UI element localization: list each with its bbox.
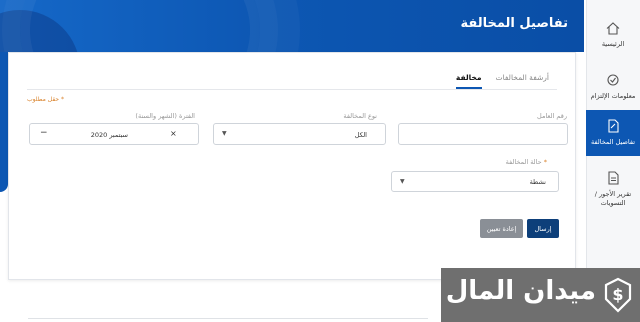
wages-report-icon	[608, 171, 619, 185]
worker-id-input[interactable]	[398, 123, 568, 145]
period-label: الفترة (الشهر والسنة)	[135, 112, 195, 120]
divider	[28, 318, 428, 319]
violation-status-value: نشطة	[529, 178, 546, 186]
svg-text:$: $	[612, 285, 623, 304]
money-logo-icon: $	[604, 277, 632, 313]
required-star: *	[543, 158, 547, 166]
page-title: تفاصيل المخالفة	[460, 16, 568, 31]
worker-id-label: رقم العامل	[537, 112, 567, 120]
tab-violation[interactable]: مخالفة	[455, 73, 482, 89]
sidebar-item-label: تفاصيل المخالفة	[590, 138, 636, 147]
banner-swirl	[20, 0, 260, 52]
sidebar-item-label: تقرير الأجور / التسويات	[594, 190, 632, 207]
commitment-icon	[607, 74, 619, 86]
violation-type-value: الكل	[354, 131, 367, 139]
watermark-text: ميدان المال	[445, 276, 596, 306]
banner-edge-decoration	[0, 52, 8, 192]
clear-icon[interactable]: ×	[170, 129, 177, 138]
header-banner: تفاصيل المخالفة	[0, 0, 584, 52]
violation-status-label: * حالة المخالفة	[506, 158, 547, 166]
violation-details-icon	[608, 119, 619, 133]
required-note-text: حقل مطلوب	[27, 96, 60, 103]
required-star: *	[61, 96, 64, 103]
sidebar-item-commitment[interactable]: معلومات الإلتزام	[586, 58, 640, 116]
tab-violations-archive[interactable]: أرشفة المخالفات	[496, 73, 549, 89]
required-field-note: * حقل مطلوب	[27, 96, 64, 103]
violation-status-label-text: حالة المخالفة	[505, 158, 542, 166]
watermark: ميدان المال $	[441, 268, 640, 322]
chevron-down-icon: ▼	[222, 130, 227, 137]
reset-button[interactable]: إعادة تعيين	[480, 219, 523, 238]
submit-button[interactable]: إرسال	[527, 219, 559, 238]
violation-type-select[interactable]: الكل ▼	[213, 123, 386, 145]
collapse-icon[interactable]: −	[40, 128, 48, 138]
sidebar-item-home[interactable]: الرئيسية	[586, 6, 640, 64]
tab-bar: مخالفة أرشفة المخالفات	[455, 73, 549, 89]
violation-type-label: نوع المخالفة	[343, 112, 377, 120]
tab-divider	[27, 89, 557, 90]
violation-form-card: مخالفة أرشفة المخالفات * حقل مطلوب رقم ا…	[8, 52, 576, 280]
sidebar-item-wages-report[interactable]: تقرير الأجور / التسويات	[586, 160, 640, 218]
sidebar-item-label: معلومات الإلتزام	[590, 92, 636, 101]
period-picker[interactable]: سبتمبر 2020 × −	[29, 123, 199, 145]
sidebar-item-violation-details[interactable]: تفاصيل المخالفة	[586, 110, 640, 156]
period-value: سبتمبر 2020	[90, 131, 128, 139]
chevron-down-icon: ▼	[400, 178, 405, 185]
violation-status-select[interactable]: نشطة ▼	[391, 171, 559, 192]
home-icon	[606, 22, 620, 35]
sidebar-item-label: الرئيسية	[601, 39, 625, 48]
